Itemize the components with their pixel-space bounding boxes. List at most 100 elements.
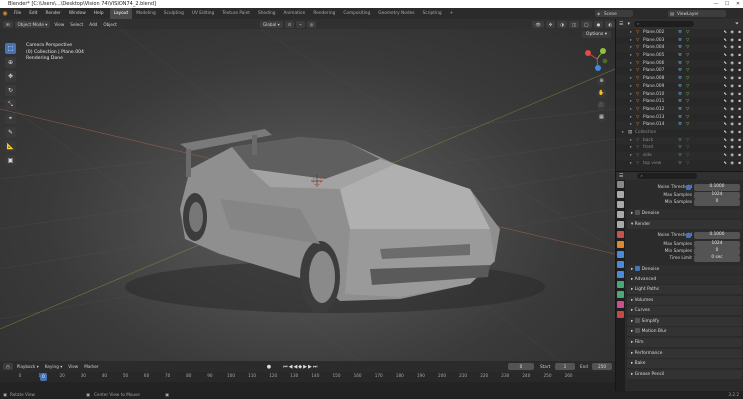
- visibility-eye-icon[interactable]: ◉: [730, 37, 734, 45]
- outliner-editor-icon[interactable]: ☰: [619, 21, 623, 27]
- visibility-eye-icon[interactable]: ◉: [730, 106, 734, 114]
- current-frame-field[interactable]: 0: [508, 363, 534, 370]
- tab-scripting[interactable]: Scripting: [419, 8, 446, 19]
- outliner-row[interactable]: ▸ ▽ side ⚒ ▽ ⬉ ◉ ▪: [616, 152, 743, 160]
- pan-icon[interactable]: ✋: [597, 89, 606, 98]
- outliner-row[interactable]: ▸ ▽ Plane.008 ⚒ ▽ ⬉ ◉ ▪: [616, 75, 743, 83]
- selectable-icon[interactable]: ⬉: [723, 137, 727, 145]
- render-denoise-checkbox[interactable]: [634, 266, 640, 271]
- outliner-row[interactable]: ▸ ▽ Plane.005 ⚒ ▽ ⬉ ◉ ▪: [616, 52, 743, 60]
- panel-motion-blur[interactable]: ▸ Motion Blur: [627, 327, 742, 337]
- render-tab-icon[interactable]: [617, 191, 624, 198]
- render-denoise-panel[interactable]: ▸ Denoise: [627, 265, 742, 274]
- render-camera-icon[interactable]: ▪: [738, 114, 741, 122]
- render-max-samples-field[interactable]: 1024: [694, 241, 740, 248]
- tab-texture-paint[interactable]: Texture Paint: [218, 8, 254, 19]
- blender-logo-icon[interactable]: ◉: [0, 10, 10, 17]
- render-camera-icon[interactable]: ▪: [738, 67, 741, 75]
- outliner-row[interactable]: ▸ ▽ Plane.003 ⚒ ▽ ⬉ ◉ ▪: [616, 37, 743, 45]
- expand-arrow-icon[interactable]: ▸: [630, 152, 632, 160]
- denoise-checkbox[interactable]: [634, 210, 640, 215]
- time-limit-field[interactable]: 0 sec: [694, 255, 740, 262]
- gizmo-icon[interactable]: ✥: [545, 20, 556, 28]
- add-cube-tool-icon[interactable]: ▣: [5, 155, 16, 166]
- modifier-tab-icon[interactable]: [617, 251, 624, 258]
- render-camera-icon[interactable]: ▪: [738, 152, 741, 160]
- render-camera-icon[interactable]: ▪: [738, 83, 741, 91]
- max-samples-field[interactable]: 1024: [694, 192, 740, 199]
- object-tab-icon[interactable]: [617, 241, 624, 248]
- outliner-row[interactable]: ▸ ▽ top view ⚒ ▽ ⬉ ◉ ▪: [616, 160, 743, 168]
- end-frame-field[interactable]: 250: [592, 363, 612, 370]
- menu-marker[interactable]: Marker: [81, 364, 101, 369]
- visibility-eye-icon[interactable]: ◉: [730, 98, 734, 106]
- expand-arrow-icon[interactable]: ▸: [630, 37, 632, 45]
- visibility-icon[interactable]: 👁: [532, 20, 544, 28]
- expand-arrow-icon[interactable]: ▸: [630, 83, 632, 91]
- render-camera-icon[interactable]: ▪: [738, 98, 741, 106]
- tab-shading[interactable]: Shading: [254, 8, 279, 19]
- zoom-icon[interactable]: ⊕: [597, 77, 606, 86]
- timeline-track-area[interactable]: [0, 382, 615, 391]
- selectable-icon[interactable]: ⬉: [723, 129, 727, 137]
- outliner-row[interactable]: ▸ ▽ Plane.014 ⚒ ▽ ⬉ ◉ ▪: [616, 121, 743, 129]
- menu-view[interactable]: View: [51, 22, 67, 27]
- expand-arrow-icon[interactable]: ▸: [630, 114, 632, 122]
- expand-arrow-icon[interactable]: ▸: [630, 98, 632, 106]
- visibility-eye-icon[interactable]: ◉: [730, 52, 734, 60]
- close-button[interactable]: ✕: [733, 0, 743, 8]
- visibility-eye-icon[interactable]: ◉: [730, 83, 734, 91]
- move-tool-icon[interactable]: ✥: [5, 71, 16, 82]
- outliner-row[interactable]: ▸ ▽ Plane.012 ⚒ ▽ ⬉ ◉ ▪: [616, 105, 743, 114]
- proportional-edit-icon[interactable]: ◎: [306, 20, 317, 28]
- scene-selector[interactable]: ◈ Scene: [595, 10, 633, 17]
- selectable-icon[interactable]: ⬉: [723, 160, 727, 168]
- constraints-tab-icon[interactable]: [617, 281, 624, 288]
- particles-tab-icon[interactable]: [617, 261, 624, 268]
- overlay-icon[interactable]: ◑: [557, 20, 567, 28]
- visibility-eye-icon[interactable]: ◉: [730, 29, 734, 37]
- outliner-row[interactable]: ▸ ▽ Plane.009 ⚒ ▽ ⬉ ◉ ▪: [616, 83, 743, 91]
- minimize-button[interactable]: —: [711, 0, 721, 8]
- selectable-icon[interactable]: ⬉: [723, 60, 727, 68]
- menu-render[interactable]: Render: [42, 8, 65, 19]
- scene-tab-icon[interactable]: [617, 221, 624, 228]
- transform-tool-icon[interactable]: ⌖: [5, 113, 16, 124]
- render-camera-icon[interactable]: ▪: [738, 44, 741, 52]
- start-frame-field[interactable]: 1: [555, 363, 575, 370]
- menu-add[interactable]: Add: [86, 22, 100, 27]
- selectable-icon[interactable]: ⬉: [723, 37, 727, 45]
- properties-editor-icon[interactable]: ☰: [619, 173, 623, 179]
- visibility-eye-icon[interactable]: ◉: [730, 75, 734, 83]
- render-camera-icon[interactable]: ▪: [738, 129, 741, 137]
- options-dropdown[interactable]: Options ▾: [581, 31, 611, 38]
- render-min-samples-field[interactable]: 0: [694, 248, 740, 255]
- visibility-eye-icon[interactable]: ◉: [730, 60, 734, 68]
- timeline-ruler[interactable]: 0102030405060708090100110120130140150160…: [0, 372, 615, 382]
- panel-light-paths[interactable]: ▸ Light Paths: [627, 285, 742, 294]
- expand-arrow-icon[interactable]: ▸: [630, 75, 632, 83]
- menu-object[interactable]: Object: [100, 22, 120, 27]
- timeline-editor-type-icon[interactable]: ◷: [3, 363, 13, 370]
- playhead[interactable]: 0: [40, 373, 47, 381]
- render-camera-icon[interactable]: ▪: [738, 91, 741, 99]
- mode-dropdown[interactable]: Object Mode ▾: [14, 20, 51, 28]
- tab-compositing[interactable]: Compositing: [339, 8, 374, 19]
- render-panel[interactable]: ▾ Render: [627, 220, 742, 229]
- visibility-eye-icon[interactable]: ◉: [730, 152, 734, 160]
- shading-material-icon[interactable]: ◐: [605, 20, 615, 28]
- orientation-dropdown[interactable]: Global ▾: [259, 20, 283, 28]
- menu-playback[interactable]: Playback ▾: [14, 364, 42, 369]
- texture-tab-icon[interactable]: [617, 311, 624, 318]
- add-workspace-button[interactable]: +: [446, 8, 458, 19]
- panel-performance[interactable]: ▸ Performance: [627, 348, 742, 358]
- render-camera-icon[interactable]: ▪: [738, 37, 741, 45]
- 3d-viewport[interactable]: Camera Perspective (0) Collection | Plan…: [0, 29, 615, 361]
- visibility-eye-icon[interactable]: ◉: [730, 44, 734, 52]
- world-tab-icon[interactable]: [617, 231, 624, 238]
- shading-wireframe-icon[interactable]: ◯: [580, 20, 592, 28]
- view-layer-selector[interactable]: ▤ ViewLayer: [668, 10, 726, 17]
- expand-arrow-icon[interactable]: ▸: [630, 60, 632, 68]
- selectable-icon[interactable]: ⬉: [723, 152, 727, 160]
- expand-arrow-icon[interactable]: ▸: [630, 44, 632, 52]
